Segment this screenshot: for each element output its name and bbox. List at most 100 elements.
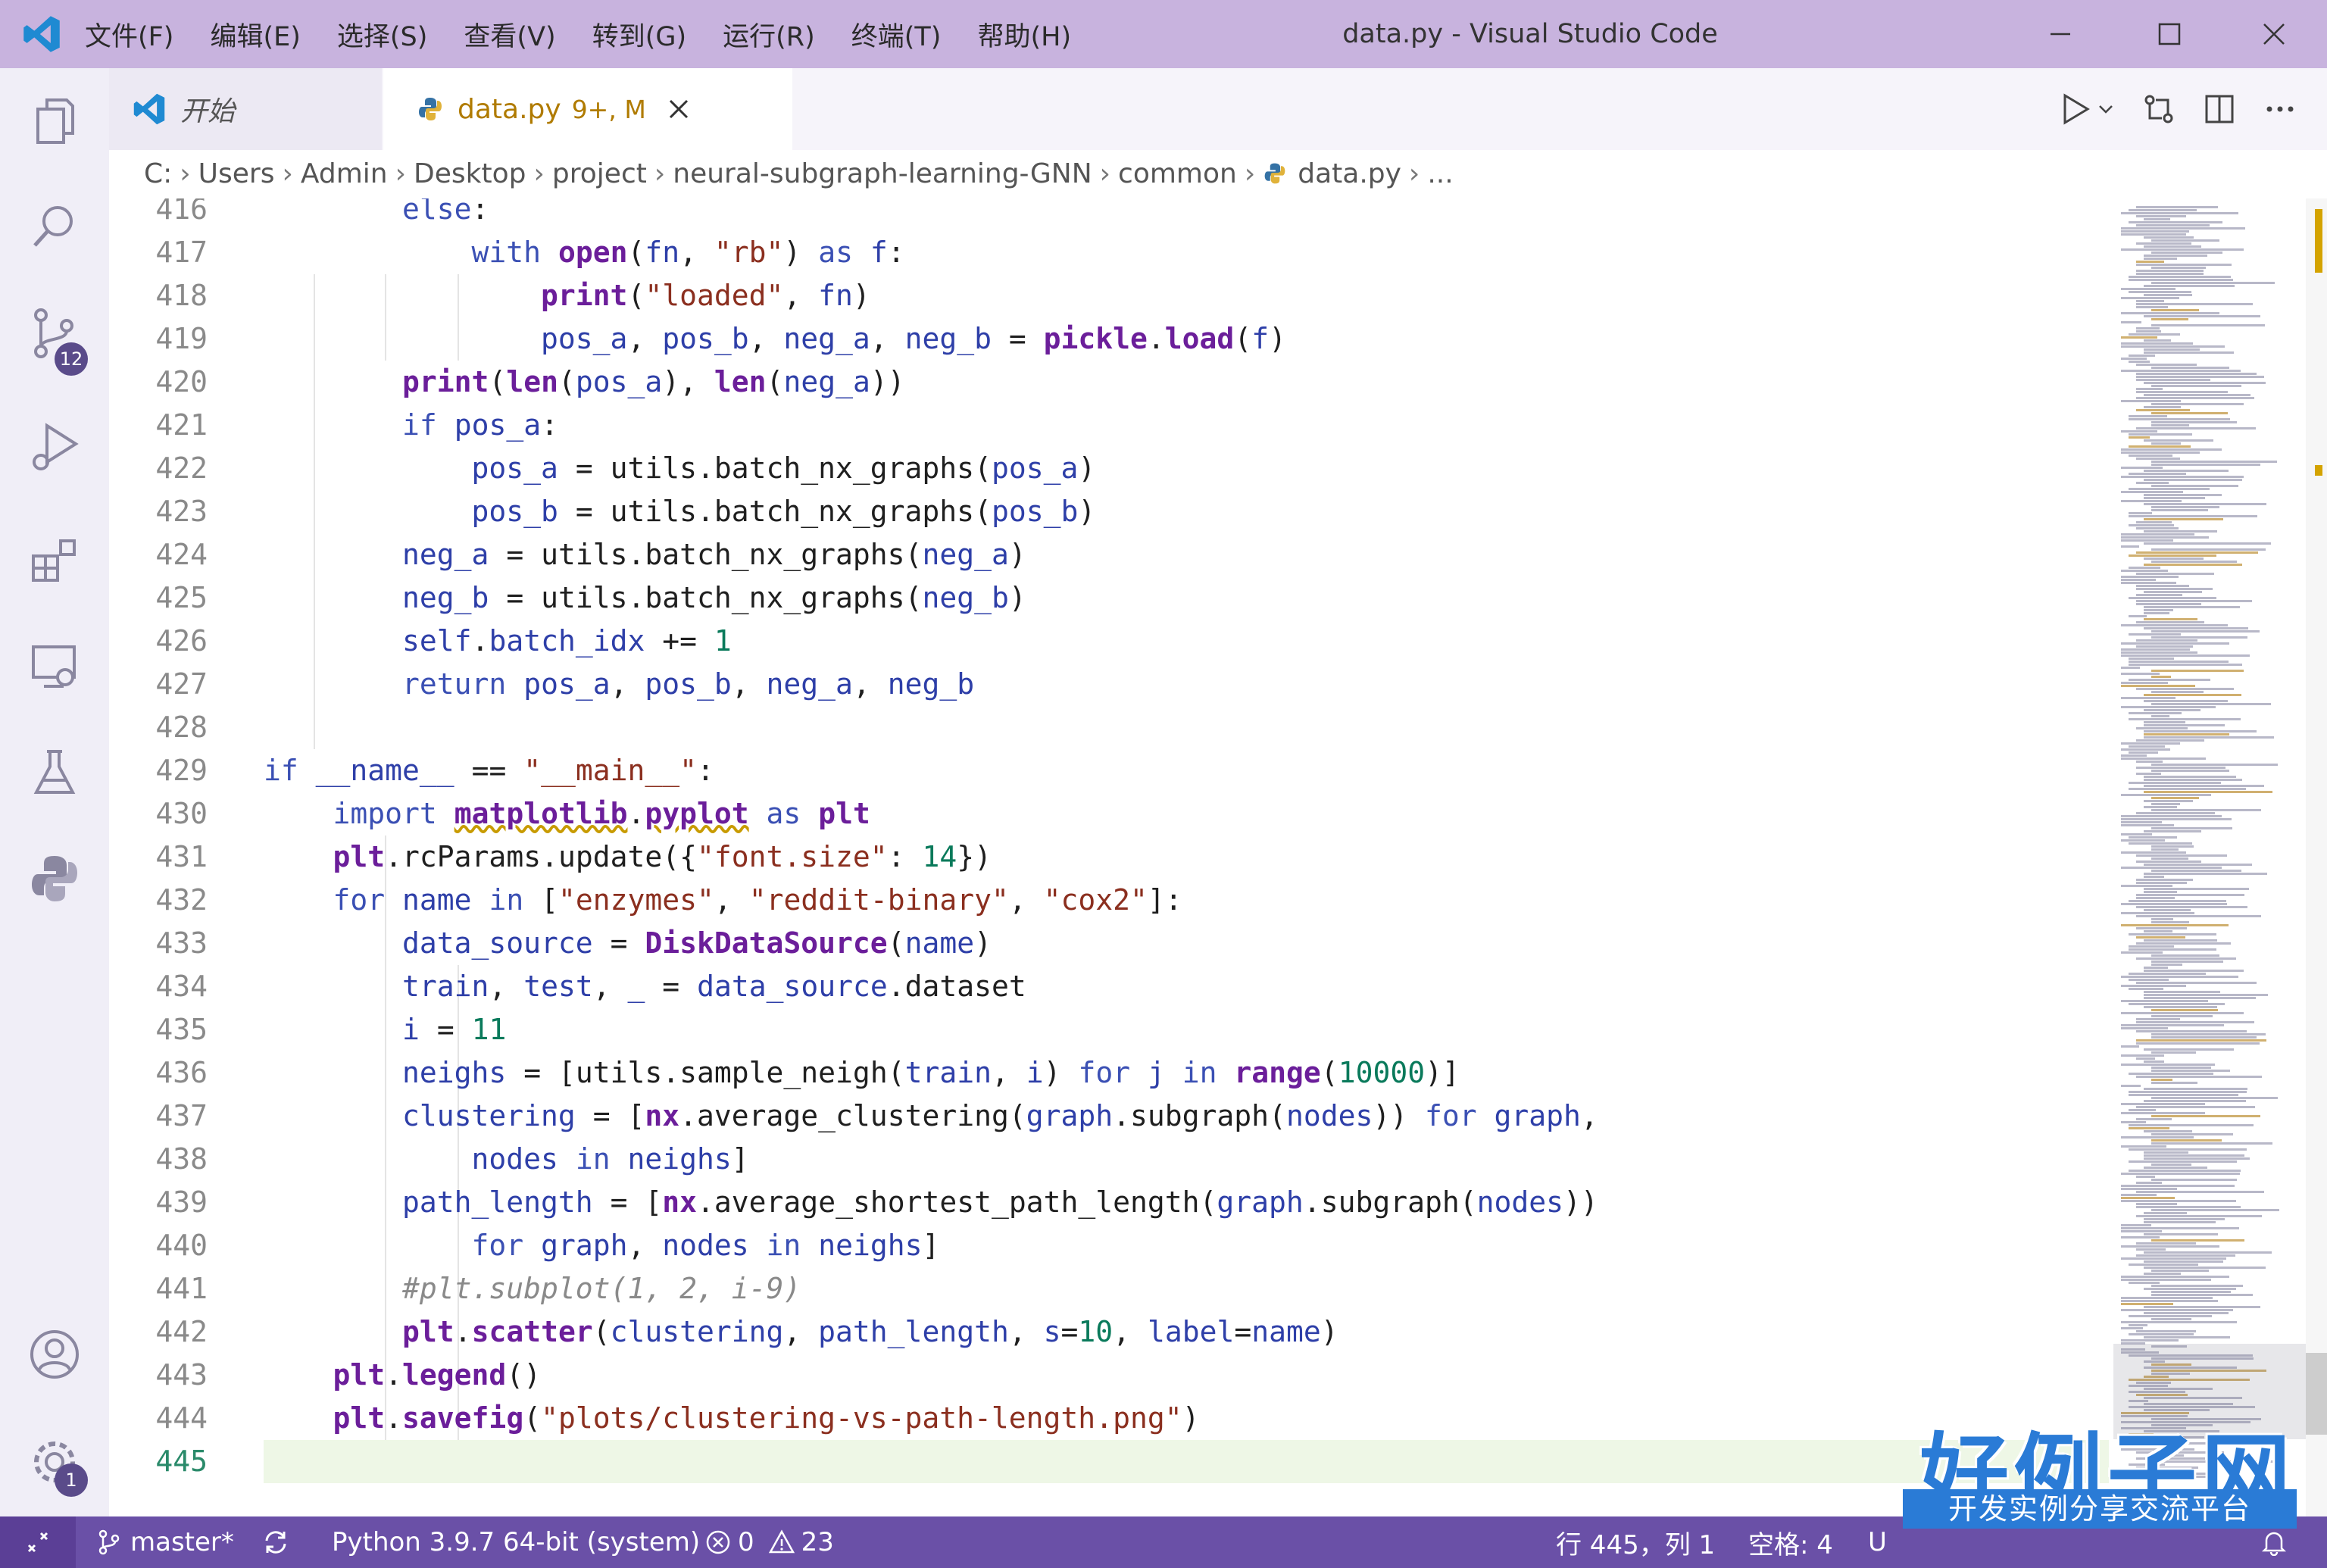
menu-run[interactable]: 运行(R)	[723, 15, 815, 54]
minimap-line	[2121, 1309, 2233, 1311]
code-line[interactable]: 434 train, test, _ = data_source.dataset	[109, 965, 2109, 1008]
minimize-icon	[2051, 33, 2070, 36]
breadcrumb-item[interactable]: common	[1118, 158, 1237, 189]
maximize-icon	[2158, 23, 2181, 45]
breadcrumb-item[interactable]: Users	[198, 158, 275, 189]
code-line[interactable]: 438 nodes in neighs]	[109, 1138, 2109, 1181]
line-code: nodes in neighs]	[471, 1142, 749, 1176]
code-line[interactable]: 421 if pos_a:	[109, 404, 2109, 447]
accounts-button[interactable]	[24, 1324, 85, 1385]
menu-help[interactable]: 帮助(H)	[977, 15, 1071, 54]
code-line[interactable]: 443 plt.legend()	[109, 1354, 2109, 1397]
sync-button[interactable]	[261, 1516, 291, 1568]
python-file-icon	[1264, 163, 1285, 184]
minimap-line	[2151, 309, 2199, 311]
code-line[interactable]: 436 neighs = [utils.sample_neigh(train, …	[109, 1051, 2109, 1095]
minimap-line	[2136, 303, 2253, 305]
testing-button[interactable]	[24, 742, 85, 803]
menu-edit[interactable]: 编辑(E)	[210, 15, 300, 54]
python-button[interactable]	[24, 848, 85, 909]
code-line[interactable]: 445	[109, 1440, 2109, 1483]
git-branch-button[interactable]: master*	[95, 1516, 234, 1568]
code-editor[interactable]: 416 else: 417 with open(fn, "rb") as f: 41…	[109, 198, 2109, 1516]
minimap-line	[2136, 1215, 2262, 1217]
open-changes-button[interactable]	[2142, 92, 2176, 126]
minimap-line	[2144, 518, 2223, 520]
code-line[interactable]: 427 return pos_a, pos_b, neg_a, neg_b	[109, 663, 2109, 706]
code-line[interactable]: 430 import matplotlib.pyplot as plt	[109, 792, 2109, 836]
breadcrumb-item[interactable]: data.py	[1298, 158, 1401, 189]
breadcrumb-item[interactable]: project	[552, 158, 647, 189]
line-number: 434	[155, 970, 208, 1003]
code-line[interactable]: 426 self.batch_idx += 1	[109, 620, 2109, 663]
minimap[interactable]	[2113, 198, 2306, 1516]
code-line[interactable]: 419 pos_a, pos_b, neg_a, neg_b = pickle.…	[109, 317, 2109, 361]
minimap-line	[2121, 336, 2157, 339]
breadcrumb-item[interactable]: ...	[1427, 158, 1453, 189]
problems-button[interactable]: 0 23	[704, 1516, 834, 1568]
scrollbar-thumb[interactable]	[2306, 1353, 2327, 1435]
menu-selection[interactable]: 选择(S)	[337, 15, 428, 54]
split-editor-button[interactable]	[2203, 92, 2236, 126]
extensions-icon	[32, 539, 76, 582]
menu-terminal[interactable]: 终端(T)	[851, 15, 942, 54]
remote-explorer-button[interactable]	[24, 636, 85, 697]
minimap-line	[2151, 1179, 2237, 1181]
code-line[interactable]: 416 else:	[109, 198, 2109, 231]
code-line[interactable]: 423 pos_b = utils.batch_nx_graphs(pos_b)	[109, 490, 2109, 533]
breadcrumb-item[interactable]: Admin	[301, 158, 388, 189]
minimize-button[interactable]	[2024, 0, 2097, 68]
cursor-position-button[interactable]: 行 445，列 1	[1556, 1516, 1715, 1568]
minimap-line	[2136, 270, 2204, 272]
code-line[interactable]: 428	[109, 706, 2109, 749]
minimap-line	[2151, 1070, 2230, 1072]
code-line[interactable]: 440 for graph, nodes in neighs]	[109, 1224, 2109, 1267]
code-line[interactable]: 442 plt.scatter(clustering, path_length,…	[109, 1310, 2109, 1354]
code-line[interactable]: 437 clustering = [nx.average_clustering(…	[109, 1095, 2109, 1138]
tab-data-py[interactable]: data.py 9+, M	[383, 68, 792, 150]
minimap-line	[2144, 939, 2217, 942]
code-line[interactable]: 439 path_length = [nx.average_shortest_p…	[109, 1181, 2109, 1224]
run-file-button[interactable]	[2059, 92, 2115, 126]
code-line[interactable]: 420 print(len(pos_a), len(neg_a))	[109, 361, 2109, 404]
encoding-button[interactable]: U	[1868, 1516, 1887, 1568]
maximize-button[interactable]	[2133, 0, 2206, 68]
code-line[interactable]: 424 neg_a = utils.batch_nx_graphs(neg_a)	[109, 533, 2109, 576]
menu-go[interactable]: 转到(G)	[592, 15, 686, 54]
minimap-line	[2129, 788, 2246, 790]
code-line[interactable]: 444 plt.savefig("plots/clustering-vs-pat…	[109, 1397, 2109, 1440]
python-interpreter-button[interactable]: Python 3.9.7 64-bit (system)	[332, 1516, 700, 1568]
code-line[interactable]: 425 neg_b = utils.batch_nx_graphs(neg_b)	[109, 576, 2109, 620]
code-line[interactable]: 433 data_source = DiskDataSource(name)	[109, 922, 2109, 965]
close-tab-icon[interactable]	[667, 98, 690, 120]
close-window-button[interactable]	[2238, 0, 2310, 68]
breadcrumb-item[interactable]: neural-subgraph-learning-GNN	[673, 158, 1092, 189]
code-line[interactable]: 422 pos_a = utils.batch_nx_graphs(pos_a)	[109, 447, 2109, 490]
code-line[interactable]: 435 i = 11	[109, 1008, 2109, 1051]
explorer-button[interactable]	[24, 91, 85, 151]
breadcrumb-item[interactable]: C:	[144, 158, 172, 189]
minimap-line	[2121, 976, 2238, 978]
more-actions-button[interactable]	[2263, 92, 2297, 126]
search-button[interactable]	[24, 197, 85, 258]
vertical-scrollbar[interactable]	[2306, 198, 2327, 1516]
code-line[interactable]: 441 #plt.subplot(1, 2, i-9)	[109, 1267, 2109, 1310]
minimap-line	[2121, 533, 2194, 536]
code-line[interactable]: 431 plt.rcParams.update({"font.size": 14…	[109, 836, 2109, 879]
extensions-button[interactable]	[24, 530, 85, 591]
code-line[interactable]: 429 if __name__ == "__main__":	[109, 749, 2109, 792]
menu-file[interactable]: 文件(F)	[85, 15, 173, 54]
breadcrumb-item[interactable]: Desktop	[414, 158, 526, 189]
minimap-line	[2144, 606, 2240, 608]
code-line[interactable]: 432 for name in ["enzymes", "reddit-bina…	[109, 879, 2109, 922]
indentation-button[interactable]: 空格: 4	[1748, 1516, 1833, 1568]
tab-bar: 开始 data.py 9+, M	[109, 68, 2327, 150]
remote-button[interactable]	[0, 1516, 76, 1568]
minimap-line	[2136, 1191, 2264, 1193]
tab-welcome[interactable]: 开始	[109, 68, 382, 150]
code-line[interactable]: 417 with open(fn, "rb") as f:	[109, 231, 2109, 274]
menu-view[interactable]: 查看(V)	[464, 15, 555, 54]
minimap-line	[2144, 351, 2234, 354]
run-debug-button[interactable]	[24, 417, 85, 477]
code-line[interactable]: 418 print("loaded", fn)	[109, 274, 2109, 317]
